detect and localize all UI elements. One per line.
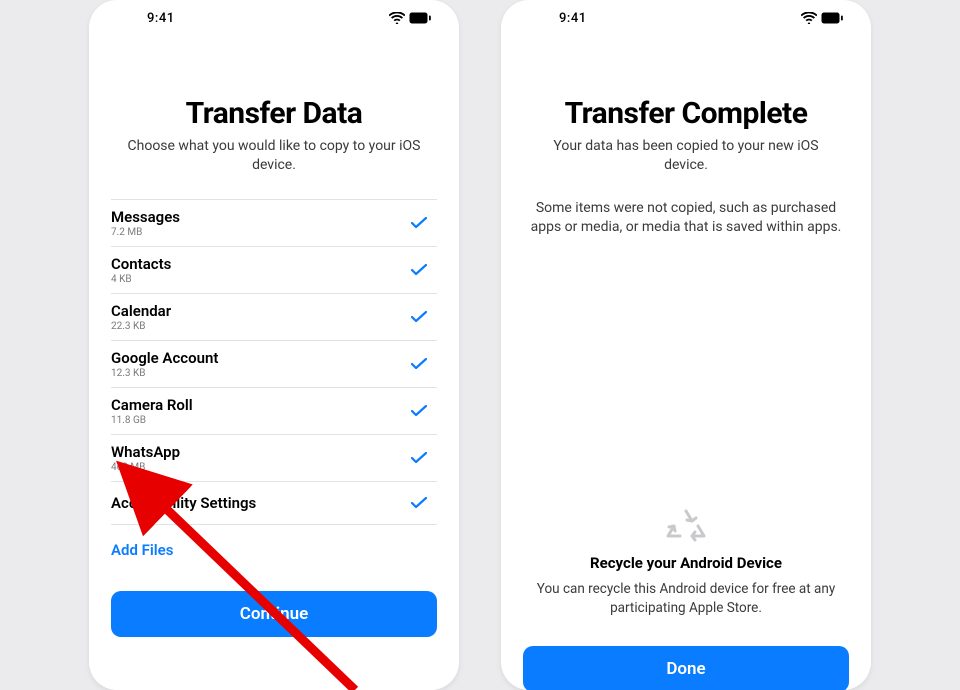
item-label: Calendar xyxy=(111,302,171,320)
item-size: 11.8 GB xyxy=(111,415,193,426)
phone-transfer-complete: 9:41 Transfer Complete Your data has bee… xyxy=(501,0,871,690)
recycle-icon xyxy=(523,508,849,546)
phone-transfer-data: 9:41 Transfer Data Choose what you would… xyxy=(89,0,459,690)
status-icons xyxy=(389,12,431,24)
recycle-block: Recycle your Android Device You can recy… xyxy=(523,508,849,618)
item-size: 4 KB xyxy=(111,274,171,285)
battery-icon xyxy=(821,12,843,24)
check-icon xyxy=(411,497,433,509)
page-title: Transfer Data xyxy=(111,96,437,131)
done-button[interactable]: Done xyxy=(523,646,849,690)
item-size: 22.3 KB xyxy=(111,321,171,332)
item-label: Accessibility Settings xyxy=(111,494,256,512)
item-size: 463 MB xyxy=(111,462,180,473)
add-files-button[interactable]: Add Files xyxy=(111,525,437,571)
check-icon xyxy=(411,311,433,323)
list-item[interactable]: Contacts 4 KB xyxy=(111,247,437,294)
page-subtitle: Choose what you would like to copy to yo… xyxy=(119,137,429,175)
item-label: Google Account xyxy=(111,349,218,367)
list-item[interactable]: Google Account 12.3 KB xyxy=(111,341,437,388)
battery-icon xyxy=(409,12,431,24)
item-label: Contacts xyxy=(111,255,171,273)
check-icon xyxy=(411,452,433,464)
continue-button[interactable]: Continue xyxy=(111,591,437,637)
list-item[interactable]: Camera Roll 11.8 GB xyxy=(111,388,437,435)
status-bar: 9:41 xyxy=(501,0,871,36)
list-item[interactable]: Calendar 22.3 KB xyxy=(111,294,437,341)
recycle-title: Recycle your Android Device xyxy=(523,554,849,572)
list-item[interactable]: Messages 7.2 MB xyxy=(111,200,437,247)
item-label: Camera Roll xyxy=(111,396,193,414)
status-time: 9:41 xyxy=(559,11,587,26)
page-subtitle: Your data has been copied to your new iO… xyxy=(531,137,841,175)
item-label: WhatsApp xyxy=(111,443,180,461)
page-title: Transfer Complete xyxy=(523,96,849,131)
status-bar: 9:41 xyxy=(89,0,459,36)
status-icons xyxy=(801,12,843,24)
page-note: Some items were not copied, such as purc… xyxy=(529,199,843,238)
wifi-icon xyxy=(801,12,817,24)
transfer-list: Messages 7.2 MB Contacts 4 KB Calendar xyxy=(111,199,437,525)
check-icon xyxy=(411,358,433,370)
item-size: 12.3 KB xyxy=(111,368,218,379)
item-size: 7.2 MB xyxy=(111,227,180,238)
check-icon xyxy=(411,217,433,229)
recycle-description: You can recycle this Android device for … xyxy=(529,580,843,618)
item-label: Messages xyxy=(111,208,180,226)
check-icon xyxy=(411,264,433,276)
check-icon xyxy=(411,405,433,417)
status-time: 9:41 xyxy=(147,11,175,26)
list-item[interactable]: WhatsApp 463 MB xyxy=(111,435,437,482)
wifi-icon xyxy=(389,12,405,24)
list-item[interactable]: Accessibility Settings xyxy=(111,482,437,525)
